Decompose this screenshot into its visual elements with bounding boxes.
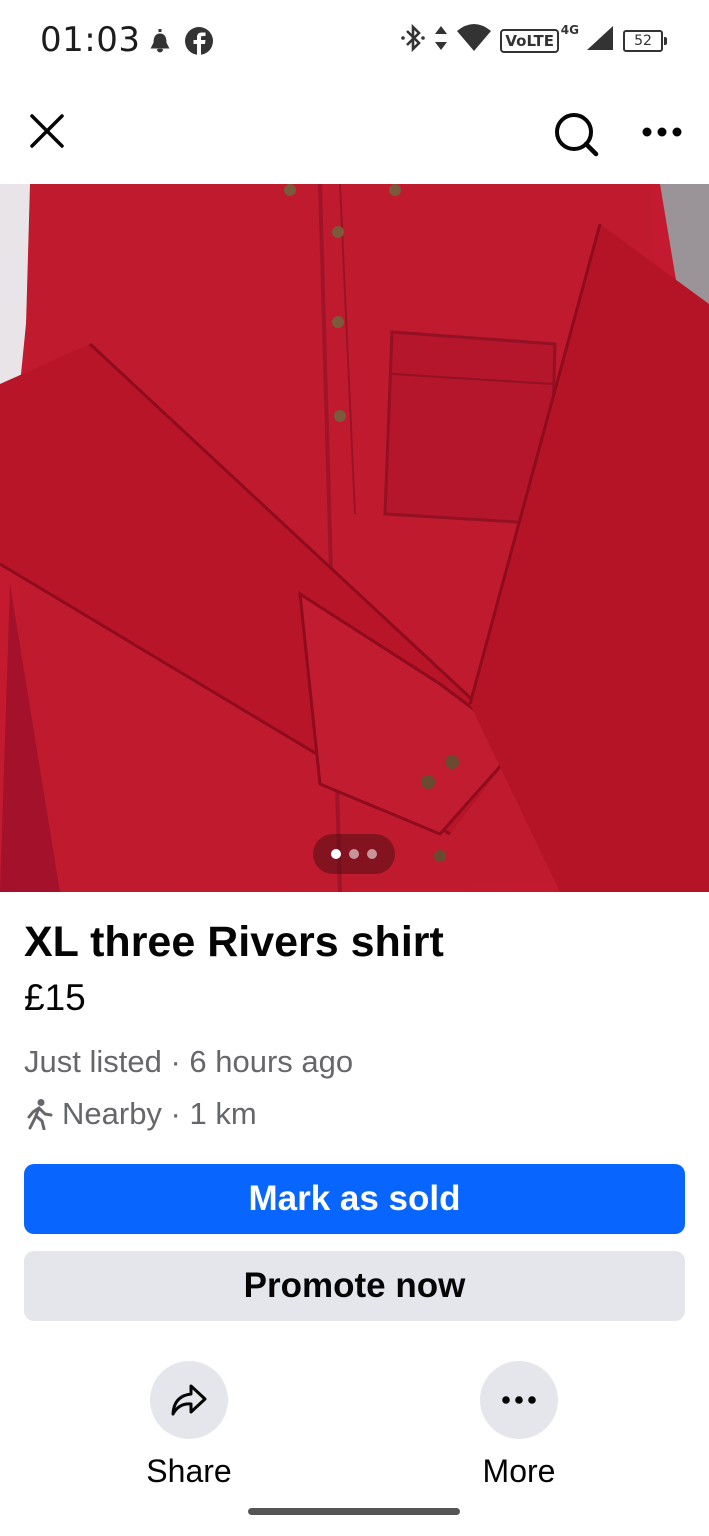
search-icon <box>555 113 599 157</box>
battery-icon: 52 <box>623 29 667 52</box>
status-time: 01:03 <box>40 20 141 60</box>
shirt-photo <box>0 184 709 892</box>
more-button[interactable] <box>480 1361 558 1439</box>
close-button[interactable] <box>24 108 70 154</box>
volte-badge: VoLTE 4G <box>500 23 579 53</box>
more-icon <box>502 1396 536 1404</box>
share-button[interactable] <box>150 1361 228 1439</box>
volte-label: VoLTE <box>505 31 554 50</box>
status-bar: 01:03 VoLTE 4G 52 <box>0 0 709 82</box>
facebook-icon <box>184 26 214 61</box>
distance-text: Nearby · 1 km <box>62 1096 257 1131</box>
top-nav <box>0 82 709 184</box>
listing-title: XL three Rivers shirt <box>24 918 444 966</box>
pager-dot-active <box>331 849 341 859</box>
wifi-icon <box>456 23 492 58</box>
mark-as-sold-label: Mark as sold <box>248 1179 461 1218</box>
distance-row: Nearby · 1 km <box>24 1092 685 1136</box>
listing-photo[interactable] <box>0 184 709 892</box>
share-action[interactable]: Share <box>119 1361 259 1490</box>
more-icon <box>642 127 682 137</box>
pager-dot <box>367 849 377 859</box>
home-indicator[interactable] <box>248 1508 460 1515</box>
network-type: 4G <box>560 22 579 37</box>
signal-icon <box>585 24 615 57</box>
walking-person-icon <box>27 1099 53 1130</box>
listed-time: Just listed · 6 hours ago <box>24 1044 354 1079</box>
listing-details: XL three Rivers shirt £15 Just listed · … <box>24 912 685 1136</box>
photo-pager <box>313 834 395 874</box>
status-right-icons: VoLTE 4G 52 <box>400 22 667 59</box>
share-icon <box>171 1384 207 1416</box>
more-action[interactable]: More <box>449 1361 589 1490</box>
notification-icon <box>150 27 170 60</box>
battery-level: 52 <box>634 32 652 49</box>
promote-now-label: Promote now <box>243 1266 466 1305</box>
more-label: More <box>482 1453 556 1489</box>
more-options-button[interactable] <box>636 112 688 152</box>
data-arrows-icon <box>434 24 448 57</box>
close-icon <box>30 114 64 148</box>
share-label: Share <box>146 1453 232 1489</box>
promote-now-button[interactable]: Promote now <box>24 1251 685 1321</box>
listing-price: £15 <box>24 977 86 1018</box>
bluetooth-icon <box>400 22 426 59</box>
search-button[interactable] <box>550 108 602 160</box>
status-left-icons <box>150 26 214 61</box>
mark-as-sold-button[interactable]: Mark as sold <box>24 1164 685 1234</box>
pager-dot <box>349 849 359 859</box>
